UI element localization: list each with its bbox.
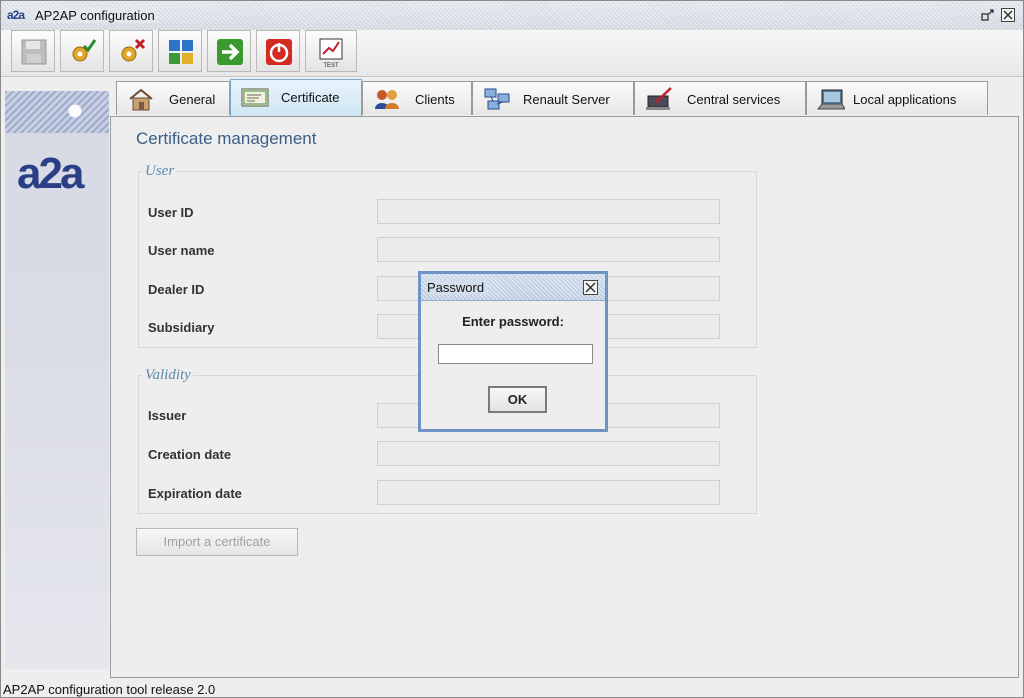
dialog-prompt: Enter password: bbox=[462, 314, 564, 329]
user-group-legend: User bbox=[145, 163, 175, 179]
issuer-label: Issuer bbox=[148, 408, 187, 423]
network-icon bbox=[484, 88, 510, 110]
tab-certificate[interactable]: Certificate bbox=[230, 79, 362, 117]
users-icon bbox=[375, 90, 399, 109]
user-name-label: User name bbox=[148, 243, 215, 258]
user-id-field[interactable] bbox=[377, 199, 720, 224]
grid-icon bbox=[169, 40, 193, 64]
expiration-date-field[interactable] bbox=[377, 480, 720, 505]
certificate-icon bbox=[241, 88, 269, 107]
svg-text:TEST: TEST bbox=[323, 63, 339, 68]
dialog-title: Password bbox=[427, 280, 489, 295]
password-dialog: Password Enter password: OK bbox=[418, 271, 608, 432]
tab-label: Renault Server bbox=[523, 92, 610, 107]
laptop-icon bbox=[817, 89, 845, 110]
sidebar: a2a bbox=[5, 91, 109, 669]
grid-button[interactable] bbox=[158, 30, 202, 72]
tab-bar: General Certificate Clients Renault Serv… bbox=[111, 79, 991, 117]
creation-date-label: Creation date bbox=[148, 447, 232, 462]
house-icon bbox=[129, 88, 153, 111]
gear-cross-icon bbox=[121, 38, 146, 62]
test-chart-icon: TEST bbox=[319, 38, 343, 68]
test-button[interactable]: TEST bbox=[305, 30, 357, 72]
creation-date-field[interactable] bbox=[377, 441, 720, 466]
floppy-disk-icon bbox=[21, 39, 47, 65]
validity-group-legend: Validity bbox=[145, 367, 191, 383]
arrow-right-icon bbox=[217, 39, 243, 65]
tab-clients[interactable]: Clients bbox=[362, 81, 472, 115]
brand-logo: a2a bbox=[17, 149, 84, 198]
dealer-id-label: Dealer ID bbox=[148, 282, 205, 297]
tab-label: Clients bbox=[415, 92, 455, 107]
pen-laptop-icon bbox=[646, 87, 672, 110]
expiration-date-label: Expiration date bbox=[148, 486, 242, 501]
tab-general[interactable]: General bbox=[116, 81, 230, 115]
app-logo-icon: a2a bbox=[7, 8, 25, 22]
power-icon bbox=[266, 39, 292, 65]
tab-renault-server[interactable]: Renault Server bbox=[472, 81, 634, 115]
validate-button[interactable] bbox=[60, 30, 104, 72]
close-icon[interactable] bbox=[1001, 8, 1015, 22]
close-icon[interactable] bbox=[583, 280, 598, 295]
tab-label: Certificate bbox=[281, 90, 340, 105]
save-button[interactable] bbox=[11, 30, 55, 72]
window-title: AP2AP configuration bbox=[32, 8, 158, 23]
password-input[interactable] bbox=[438, 344, 593, 364]
user-id-label: User ID bbox=[148, 205, 194, 220]
tab-label: Central services bbox=[687, 92, 781, 107]
cancel-button[interactable] bbox=[109, 30, 153, 72]
toolbar: TEST bbox=[1, 30, 1023, 77]
title-bar: a2a AP2AP configuration bbox=[1, 1, 1023, 31]
go-button[interactable] bbox=[207, 30, 251, 72]
sidebar-banner-image bbox=[5, 91, 109, 133]
subsidiary-label: Subsidiary bbox=[148, 320, 215, 335]
quit-button[interactable] bbox=[256, 30, 300, 72]
page-title: Certificate management bbox=[136, 129, 317, 148]
tab-central-services[interactable]: Central services bbox=[634, 81, 806, 115]
import-certificate-button[interactable]: Import a certificate bbox=[136, 528, 298, 556]
ok-button[interactable]: OK bbox=[488, 386, 547, 413]
tab-label: General bbox=[169, 92, 216, 107]
user-name-field[interactable] bbox=[377, 237, 720, 262]
dialog-title-bar: Password bbox=[421, 274, 605, 301]
status-bar: AP2AP configuration tool release 2.0 bbox=[1, 679, 1023, 698]
app-window: a2a AP2AP configuration TEST a2a General… bbox=[0, 0, 1024, 698]
status-text: AP2AP configuration tool release 2.0 bbox=[3, 682, 216, 697]
tab-label: Local applications bbox=[853, 92, 957, 107]
gear-check-icon bbox=[72, 39, 97, 62]
restore-icon[interactable] bbox=[981, 8, 995, 22]
tab-local-applications[interactable]: Local applications bbox=[806, 81, 988, 115]
